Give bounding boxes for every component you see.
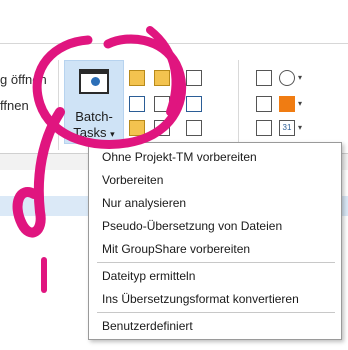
annotation-scribble — [12, 26, 187, 293]
